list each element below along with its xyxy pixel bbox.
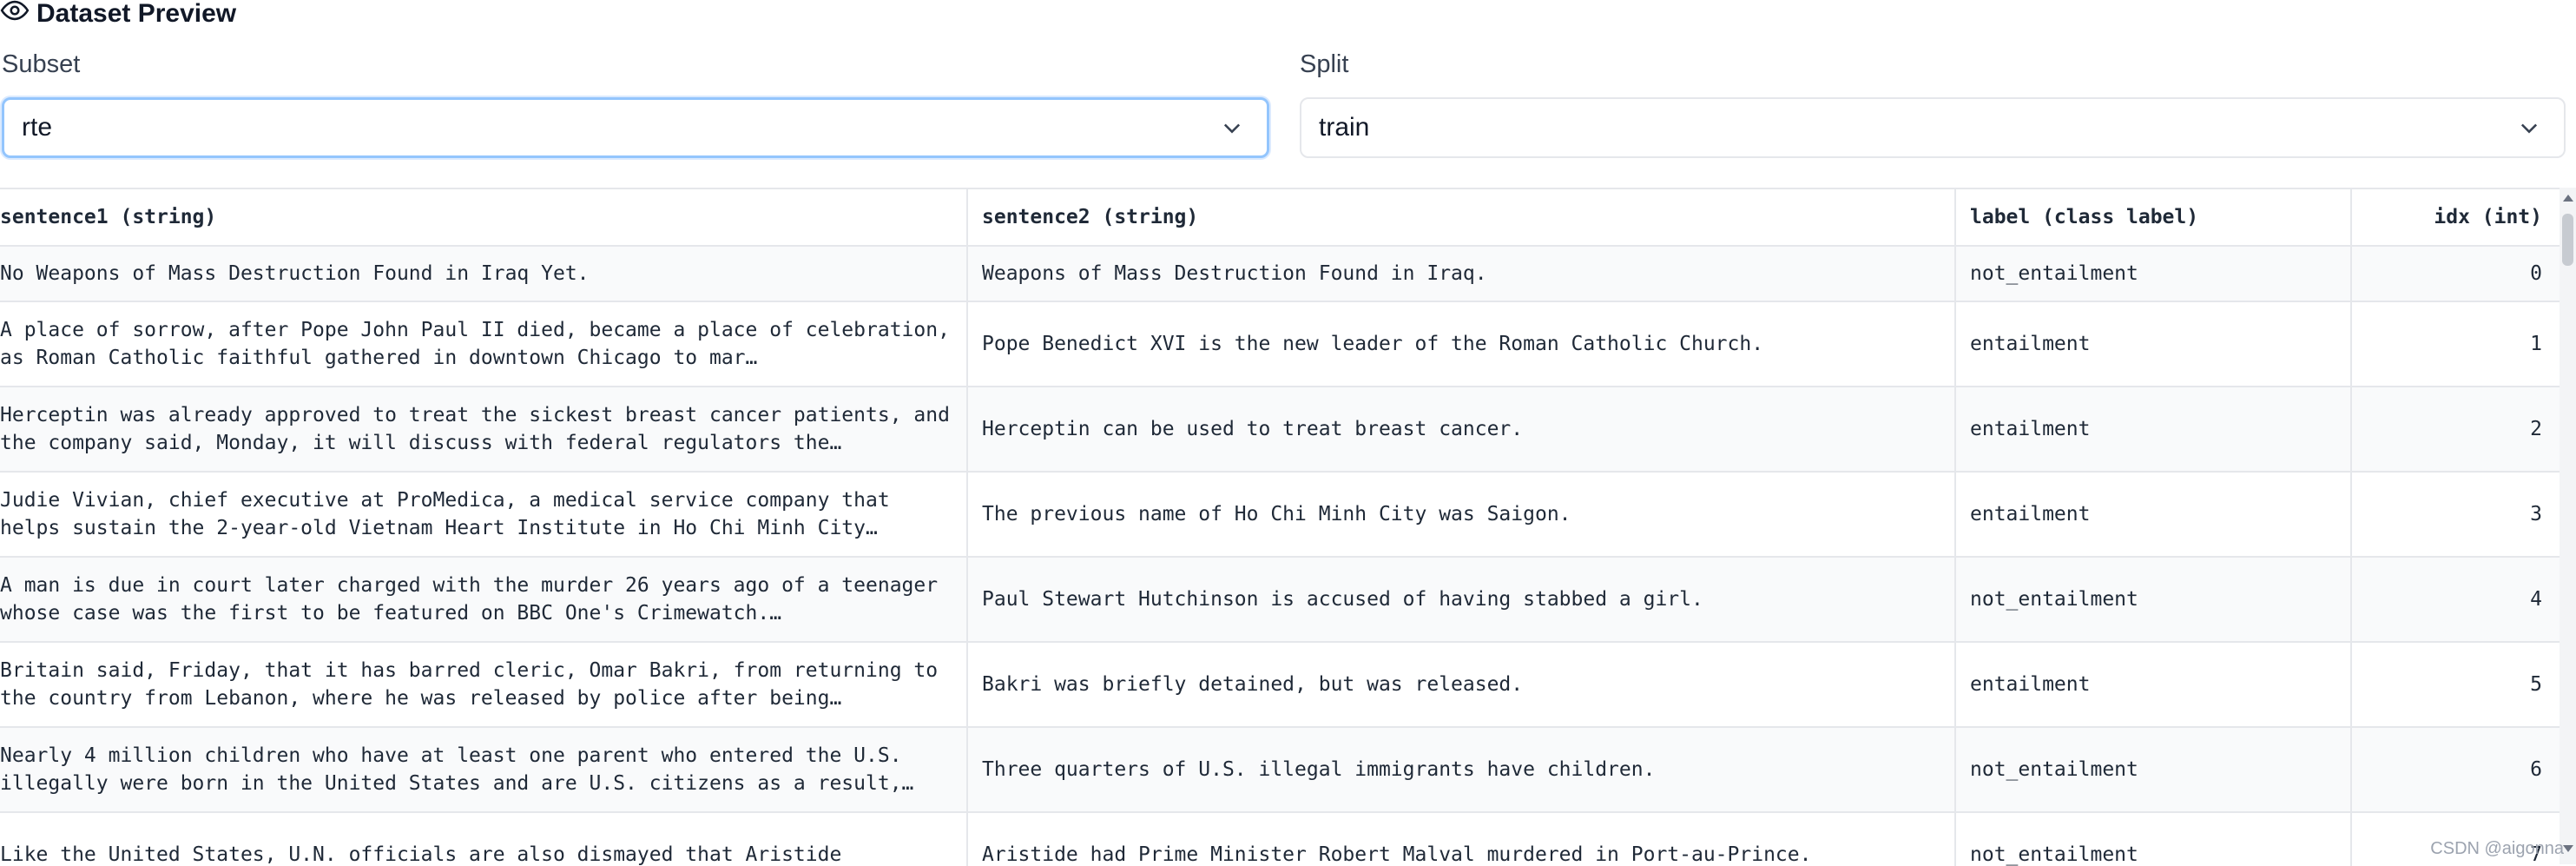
column-header-sentence2[interactable]: sentence2 (string) [967,189,1956,247]
scroll-down-arrow-icon[interactable] [2563,845,2573,852]
scrollbar-thumb[interactable] [2562,214,2573,266]
cell-sentence2: Weapons of Mass Destruction Found in Ira… [967,246,1956,302]
cell-sentence1: A place of sorrow, after Pope John Paul … [0,301,968,387]
table-row[interactable]: A man is due in court later charged with… [0,557,2560,643]
table-row[interactable]: Like the United States, U.N. officials a… [0,812,2560,866]
subset-select[interactable]: rte [2,97,1269,158]
cell-sentence2: Aristide had Prime Minister Robert Malva… [967,812,1956,866]
watermark: CSDN @aigonna [2430,839,2564,858]
table-row[interactable]: Nearly 4 million children who have at le… [0,727,2560,813]
cell-sentence2: Herceptin can be used to treat breast ca… [967,387,1956,473]
cell-idx: 5 [2351,642,2560,728]
cell-sentence1: No Weapons of Mass Destruction Found in … [0,246,968,302]
cell-label: entailment [1955,642,2352,728]
scroll-up-arrow-icon[interactable] [2563,195,2573,202]
cell-label: entailment [1955,472,2352,558]
table-row[interactable]: No Weapons of Mass Destruction Found in … [0,246,2560,302]
cell-label: entailment [1955,301,2352,387]
split-value: train [1319,113,1370,142]
cell-label: not_entailment [1955,557,2352,643]
cell-sentence1: Herceptin was already approved to treat … [0,387,968,473]
chevron-down-icon [2520,123,2538,134]
subset-label: Subset [2,50,81,78]
split-select[interactable]: train [1300,97,2566,158]
cell-sentence1: Judie Vivian, chief executive at ProMedi… [0,472,968,558]
cell-sentence2: Three quarters of U.S. illegal immigrant… [967,727,1956,813]
page-title: Dataset Preview [36,0,237,28]
cell-idx: 1 [2351,301,2560,387]
vertical-scrollbar[interactable] [2560,188,2576,864]
table-row[interactable]: A place of sorrow, after Pope John Paul … [0,301,2560,387]
table-row[interactable]: Britain said, Friday, that it has barred… [0,642,2560,728]
cell-sentence1: Nearly 4 million children who have at le… [0,727,968,813]
cell-sentence1: A man is due in court later charged with… [0,557,968,643]
cell-idx: 3 [2351,472,2560,558]
column-header-label[interactable]: label (class label) [1955,189,2352,247]
subset-value: rte [22,113,53,142]
cell-label: entailment [1955,387,2352,473]
cell-idx: 4 [2351,557,2560,643]
cell-sentence1: Like the United States, U.N. officials a… [0,812,968,866]
cell-label: not_entailment [1955,246,2352,302]
split-label: Split [1300,50,1349,78]
cell-idx: 6 [2351,727,2560,813]
table-header-row: sentence1 (string) sentence2 (string) la… [0,189,2560,247]
table-row[interactable]: Judie Vivian, chief executive at ProMedi… [0,472,2560,558]
cell-label: not_entailment [1955,727,2352,813]
cell-idx: 0 [2351,246,2560,302]
cell-sentence2: The previous name of Ho Chi Minh City wa… [967,472,1956,558]
dataset-preview-header: Dataset Preview [0,0,236,28]
cell-label: not_entailment [1955,812,2352,866]
eye-icon [0,0,30,32]
cell-sentence2: Paul Stewart Hutchinson is accused of ha… [967,557,1956,643]
cell-sentence2: Pope Benedict XVI is the new leader of t… [967,301,1956,387]
dataset-table-container[interactable]: sentence1 (string) sentence2 (string) la… [0,188,2560,866]
cell-sentence1: Britain said, Friday, that it has barred… [0,642,968,728]
chevron-down-icon [1223,123,1241,134]
cell-sentence2: Bakri was briefly detained, but was rele… [967,642,1956,728]
column-header-sentence1[interactable]: sentence1 (string) [0,189,968,247]
table-row[interactable]: Herceptin was already approved to treat … [0,387,2560,473]
column-header-idx[interactable]: idx (int) [2351,189,2560,247]
cell-idx: 2 [2351,387,2560,473]
dataset-table: sentence1 (string) sentence2 (string) la… [0,189,2560,866]
